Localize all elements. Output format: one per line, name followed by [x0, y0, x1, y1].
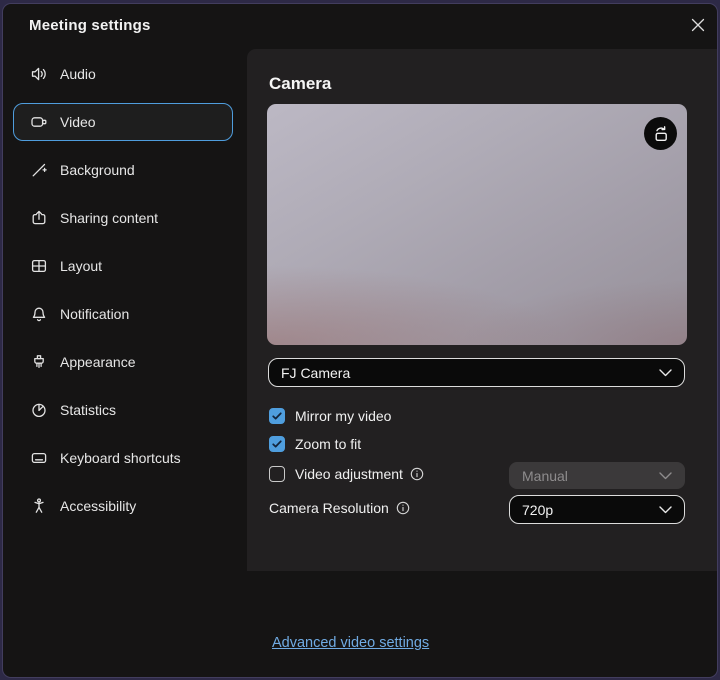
magic-wand-icon [30, 161, 48, 179]
checkmark-icon [271, 438, 283, 450]
sidebar-item-accessibility[interactable]: Accessibility [13, 487, 233, 525]
sidebar-item-keyboard-shortcuts[interactable]: Keyboard shortcuts [13, 439, 233, 477]
camera-resolution-select[interactable]: 720p [509, 495, 685, 524]
mirror-video-row: Mirror my video [269, 408, 391, 424]
sidebar-item-label: Notification [60, 306, 129, 322]
sidebar-item-statistics[interactable]: Statistics [13, 391, 233, 429]
advanced-video-settings-link[interactable]: Advanced video settings [272, 635, 429, 651]
pie-chart-icon [30, 401, 48, 419]
mirror-video-checkbox[interactable] [269, 408, 285, 424]
camera-select[interactable]: FJ Camera [268, 358, 685, 387]
sidebar-item-audio[interactable]: Audio [13, 55, 233, 93]
rotate-camera-icon [651, 124, 671, 144]
close-icon [691, 18, 705, 32]
video-adjustment-select-value: Manual [522, 468, 568, 484]
sidebar-item-label: Audio [60, 66, 96, 82]
chevron-down-icon [659, 506, 672, 514]
zoom-to-fit-checkbox[interactable] [269, 436, 285, 452]
sidebar-item-background[interactable]: Background [13, 151, 233, 189]
camera-resolution-info-icon[interactable] [396, 501, 410, 515]
sidebar-item-label: Video [60, 114, 96, 130]
camera-resolution-select-value: 720p [522, 502, 553, 518]
sidebar-item-label: Layout [60, 258, 102, 274]
camera-select-value: FJ Camera [281, 365, 350, 381]
zoom-to-fit-row: Zoom to fit [269, 436, 361, 452]
camera-preview [267, 104, 687, 345]
sidebar-item-sharing-content[interactable]: Sharing content [13, 199, 233, 237]
video-settings-panel: Camera FJ Camera Mirror my video Zoom to… [247, 49, 718, 571]
video-adjustment-select: Manual [509, 462, 685, 489]
sidebar-item-label: Keyboard shortcuts [60, 450, 181, 466]
zoom-to-fit-label: Zoom to fit [295, 436, 361, 452]
checkmark-icon [271, 410, 283, 422]
paintbrush-icon [30, 353, 48, 371]
video-adjustment-checkbox[interactable] [269, 466, 285, 482]
dialog-title: Meeting settings [29, 17, 151, 34]
layout-grid-icon [30, 257, 48, 275]
sidebar-item-video[interactable]: Video [13, 103, 233, 141]
camera-resolution-row: Camera Resolution [269, 500, 410, 516]
sidebar-item-notification[interactable]: Notification [13, 295, 233, 333]
sidebar-item-label: Appearance [60, 354, 136, 370]
video-adjustment-info-icon[interactable] [410, 467, 424, 481]
sidebar-item-label: Statistics [60, 402, 116, 418]
section-title: Camera [269, 74, 331, 94]
settings-nav: Audio Video Background Sharing content L [13, 55, 233, 535]
share-icon [30, 209, 48, 227]
sidebar-item-layout[interactable]: Layout [13, 247, 233, 285]
bell-icon [30, 305, 48, 323]
accessibility-person-icon [30, 497, 48, 515]
sidebar-item-label: Sharing content [60, 210, 158, 226]
chevron-down-icon [659, 472, 672, 480]
video-adjustment-label: Video adjustment [295, 466, 403, 482]
sidebar-item-appearance[interactable]: Appearance [13, 343, 233, 381]
mirror-video-label: Mirror my video [295, 408, 391, 424]
sidebar-item-label: Background [60, 162, 135, 178]
camera-resolution-label: Camera Resolution [269, 500, 389, 516]
sidebar-item-label: Accessibility [60, 498, 136, 514]
keyboard-icon [30, 449, 48, 467]
meeting-settings-dialog: Meeting settings Audio Video Background [2, 3, 718, 678]
rotate-camera-button[interactable] [644, 117, 677, 150]
audio-icon [30, 65, 48, 83]
close-button[interactable] [687, 14, 709, 36]
chevron-down-icon [659, 369, 672, 377]
video-camera-icon [30, 113, 48, 131]
video-adjustment-row: Video adjustment [269, 466, 424, 482]
